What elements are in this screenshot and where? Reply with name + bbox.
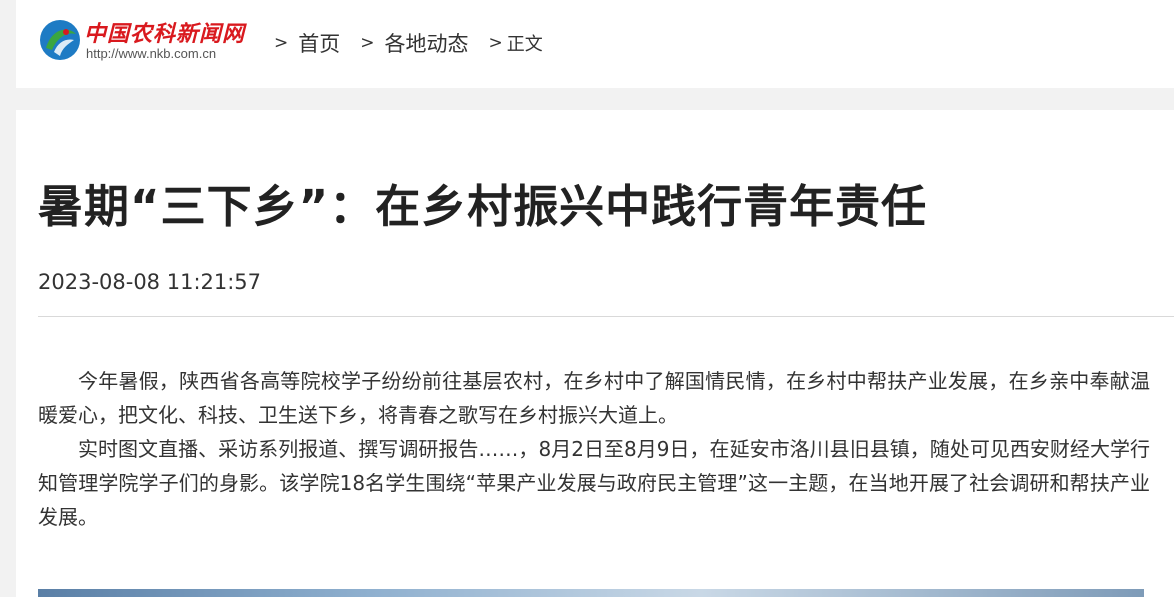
divider bbox=[38, 316, 1174, 317]
article-paragraph: 今年暑假，陕西省各高等院校学子纷纷前往基层农村，在乡村中了解国情民情，在乡村中帮… bbox=[38, 369, 1150, 427]
article-photo bbox=[38, 589, 1144, 597]
article-paragraph: 实时图文直播、采访系列报道、撰写调研报告……，8月2日至8月9日，在延安市洛川县… bbox=[38, 437, 1150, 529]
logo-name: 中国农科新闻网 bbox=[84, 21, 246, 47]
logo-url: http://www.nkb.com.cn bbox=[86, 46, 217, 61]
breadcrumb-separator: > bbox=[274, 33, 289, 53]
article-title: 暑期“三下乡”：在乡村振兴中践行青年责任 bbox=[38, 180, 928, 233]
breadcrumb: > 首页 > 各地动态 > 正文 bbox=[274, 28, 543, 58]
logo-emblem-icon bbox=[40, 20, 80, 60]
site-logo[interactable]: 中国农科新闻网 http://www.nkb.com.cn bbox=[38, 14, 278, 66]
breadcrumb-home-link[interactable]: 首页 bbox=[298, 28, 340, 58]
breadcrumb-separator: > bbox=[360, 33, 375, 53]
site-header: 中国农科新闻网 http://www.nkb.com.cn > 首页 > 各地动… bbox=[16, 0, 1174, 88]
breadcrumb-current: 正文 bbox=[506, 34, 543, 55]
article-date: 2023-08-08 11:21:57 bbox=[38, 270, 262, 294]
breadcrumb-separator: > bbox=[488, 33, 503, 53]
article-body: 今年暑假，陕西省各高等院校学子纷纷前往基层农村，在乡村中了解国情民情，在乡村中帮… bbox=[38, 364, 1150, 534]
breadcrumb-section-link[interactable]: 各地动态 bbox=[385, 28, 469, 58]
article-container: 暑期“三下乡”：在乡村振兴中践行青年责任 2023-08-08 11:21:57… bbox=[16, 110, 1174, 597]
